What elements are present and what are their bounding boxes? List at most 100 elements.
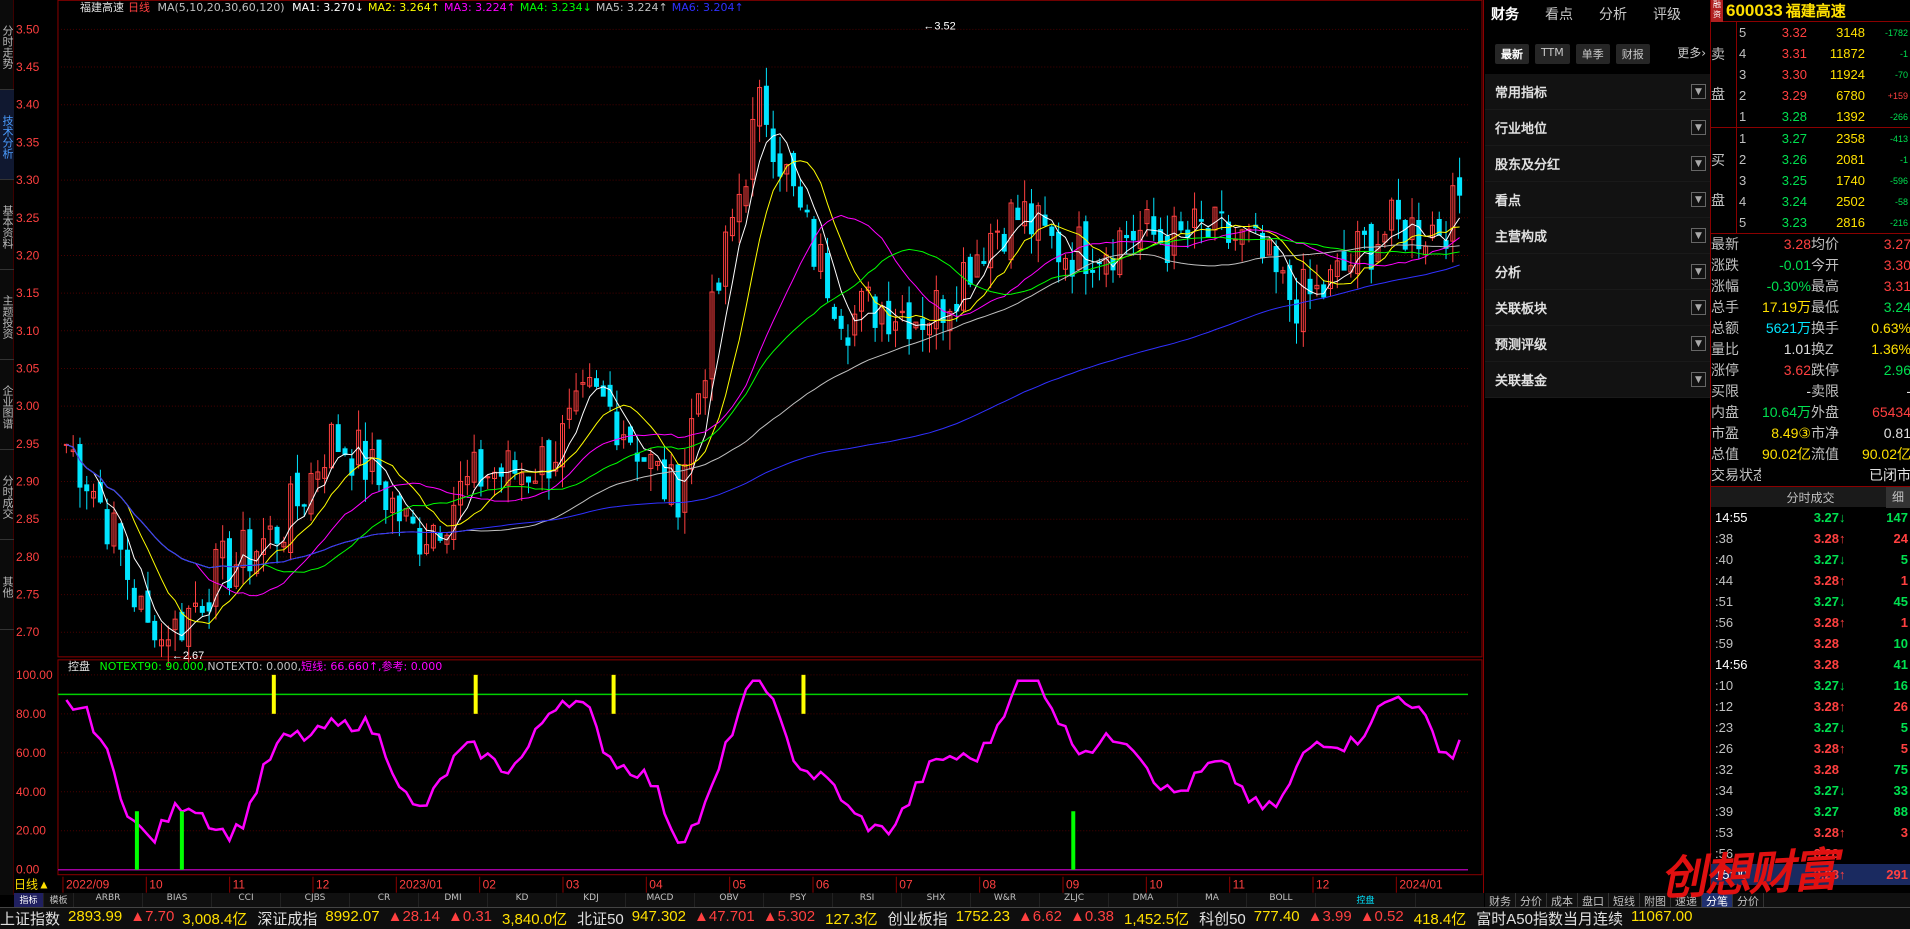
stat-label: 换手 xyxy=(1811,320,1839,336)
buy-price: 3.27 xyxy=(1781,131,1807,146)
stock-title: 福建高速 xyxy=(80,1,124,14)
candle-body xyxy=(845,337,851,346)
tick-time: :34 xyxy=(1715,783,1734,798)
indicator-tab-4[interactable]: CCI xyxy=(212,893,281,907)
indicator-tab-19[interactable]: BOLL xyxy=(1247,893,1316,907)
candle-body xyxy=(1361,230,1367,235)
indicator-tab-3[interactable]: BIAS xyxy=(143,893,212,907)
tick-row: 14:55 3.27 ↓ 147 xyxy=(1711,507,1910,528)
fin-tab-0[interactable]: 财务 xyxy=(1491,4,1519,24)
tick-time: :38 xyxy=(1715,531,1734,546)
indicator-tab-15[interactable]: W&R xyxy=(971,893,1040,907)
buy-row: 1 3.27 2358 -413 xyxy=(1737,128,1910,149)
stat-value: 8.49③ xyxy=(1771,425,1811,441)
tick-qty: 291 xyxy=(1886,867,1908,882)
fin-subtab-1[interactable]: TTM xyxy=(1535,44,1570,64)
indicator-tab-9[interactable]: KDJ xyxy=(557,893,626,907)
quote-tab-3[interactable]: 盘口 xyxy=(1578,893,1609,908)
status-index[interactable]: 北证50 947.302 ▲47.701 ▲5.302 xyxy=(577,908,815,929)
status-index[interactable]: 418.4亿 xyxy=(1414,908,1467,929)
chevron-down-icon[interactable]: ▼ xyxy=(1691,372,1706,387)
fin-section[interactable]: 关联基金 ▼ xyxy=(1485,362,1710,398)
indicator-tab-1[interactable]: 模板 xyxy=(44,893,74,907)
left-tab-5[interactable]: 分时成交 xyxy=(0,450,14,540)
ticks-detail-button[interactable]: 细 xyxy=(1886,487,1910,508)
left-tab-2[interactable]: 基本资料 xyxy=(0,180,14,270)
indicator-tab-0[interactable]: 指标 xyxy=(14,893,44,907)
kline-chart[interactable]: 2.70 2.75 2.80 2.85 2.90 2.95 3.00 3.05 3.10 3.15… xyxy=(14,0,1484,895)
indicator-tab-2[interactable]: ARBR xyxy=(74,893,143,907)
fin-section[interactable]: 预测评级 ▼ xyxy=(1485,326,1710,362)
fin-section[interactable]: 关联板块 ▼ xyxy=(1485,290,1710,326)
chevron-down-icon[interactable]: ▼ xyxy=(1691,228,1706,243)
left-tab-0[interactable]: 分时走势 xyxy=(0,0,14,90)
stock-code[interactable]: 600033 xyxy=(1726,1,1783,21)
left-tab-6[interactable]: 其他 xyxy=(0,540,14,630)
fin-subtab-3[interactable]: 财报 xyxy=(1615,44,1650,64)
tick-price: 3.27 xyxy=(1813,552,1839,567)
buy-row: 3 3.25 1740 -596 xyxy=(1737,170,1910,191)
left-tab-4[interactable]: 企业图谱 xyxy=(0,360,14,450)
fin-subtab-0[interactable]: 最新 xyxy=(1495,44,1529,64)
status-index[interactable]: 上证指数 2893.99 ▲7.70 3,008.4亿 xyxy=(0,908,247,929)
tick-time: 14:56 xyxy=(1715,657,1748,672)
watermark-logo: 创想财富 xyxy=(1658,842,1838,906)
buy-level: 4 xyxy=(1739,194,1747,209)
status-index[interactable]: 深证成指 8992.07 ▲28.14 ▲0.31 xyxy=(257,908,492,929)
fin-section[interactable]: 常用指标 ▼ xyxy=(1485,74,1710,110)
indicator-tab-20[interactable]: 控盘 xyxy=(1316,893,1416,907)
quote-tab-0[interactable]: 财务 xyxy=(1485,893,1516,908)
fin-section[interactable]: 分析 ▼ xyxy=(1485,254,1710,290)
status-index[interactable]: 1,452.5亿 xyxy=(1124,908,1189,929)
indicator-tab-5[interactable]: CJBS xyxy=(281,893,350,907)
candles-layer xyxy=(63,67,1463,666)
indicator-tab-11[interactable]: OBV xyxy=(695,893,764,907)
fin-more-link[interactable]: 更多› xyxy=(1677,44,1706,64)
ma-legend: 福建高速 日线 MA(5,10,20,30,60,120) MA1: 3.270↓… xyxy=(80,1,752,15)
indicator-tab-7[interactable]: DMI xyxy=(419,893,488,907)
status-index[interactable]: 127.3亿 xyxy=(825,908,878,929)
indicator-tab-12[interactable]: PSY xyxy=(764,893,833,907)
candle-body xyxy=(770,128,776,163)
stat-value: 1.01 xyxy=(1783,341,1811,357)
fin-section[interactable]: 看点 ▼ xyxy=(1485,182,1710,218)
price-tick-label: 2.80 xyxy=(16,550,40,564)
fin-tab-2[interactable]: 分析 xyxy=(1599,4,1627,24)
stat-value: 已闭市 xyxy=(1869,467,1910,483)
status-index[interactable]: 科创50 777.40 ▲3.99 ▲0.52 xyxy=(1199,908,1404,929)
period-button[interactable]: 日线▲ xyxy=(14,878,50,892)
indicator-tab-16[interactable]: ZLJC xyxy=(1040,893,1109,907)
tick-row: :23 3.27 ↓ 5 xyxy=(1711,717,1910,738)
quote-tab-4[interactable]: 短线 xyxy=(1609,893,1640,908)
status-index[interactable]: 创业板指 1752.23 ▲6.62 ▲0.38 xyxy=(888,908,1114,929)
left-tab-3[interactable]: 主题投资 xyxy=(0,270,14,360)
indicator-tab-8[interactable]: KD xyxy=(488,893,557,907)
indicator-tab-13[interactable]: RSI xyxy=(833,893,902,907)
fin-section[interactable]: 股东及分红 ▼ xyxy=(1485,146,1710,182)
ma-legend-item: MA5: 3.224↑ xyxy=(595,1,668,14)
indicator-tab-6[interactable]: CR xyxy=(350,893,419,907)
fin-tab-1[interactable]: 看点 xyxy=(1545,4,1573,24)
indicator-tab-18[interactable]: MA xyxy=(1178,893,1247,907)
sell-price: 3.30 xyxy=(1781,67,1807,82)
status-index[interactable]: 富时A50指数当月连续 11067.00 xyxy=(1476,908,1692,929)
stat-label: 均价 xyxy=(1811,236,1839,252)
chevron-down-icon[interactable]: ▼ xyxy=(1691,84,1706,99)
left-tab-1[interactable]: 技术分析 xyxy=(0,90,14,180)
chevron-down-icon[interactable]: ▼ xyxy=(1691,300,1706,315)
fin-tab-3[interactable]: 评级 xyxy=(1653,4,1681,24)
chevron-down-icon[interactable]: ▼ xyxy=(1691,192,1706,207)
status-index[interactable]: 3,840.0亿 xyxy=(502,908,567,929)
quote-tab-2[interactable]: 成本 xyxy=(1547,893,1578,908)
chevron-down-icon[interactable]: ▼ xyxy=(1691,120,1706,135)
fin-section[interactable]: 主营构成 ▼ xyxy=(1485,218,1710,254)
chevron-down-icon[interactable]: ▼ xyxy=(1691,264,1706,279)
quote-tab-1[interactable]: 分价 xyxy=(1516,893,1547,908)
fin-section[interactable]: 行业地位 ▼ xyxy=(1485,110,1710,146)
chevron-down-icon[interactable]: ▼ xyxy=(1691,336,1706,351)
chevron-down-icon[interactable]: ▼ xyxy=(1691,156,1706,171)
indicator-tab-14[interactable]: SHX xyxy=(902,893,971,907)
fin-subtab-2[interactable]: 单季 xyxy=(1575,44,1610,64)
indicator-tab-17[interactable]: DMA xyxy=(1109,893,1178,907)
indicator-tab-10[interactable]: MACD xyxy=(626,893,695,907)
